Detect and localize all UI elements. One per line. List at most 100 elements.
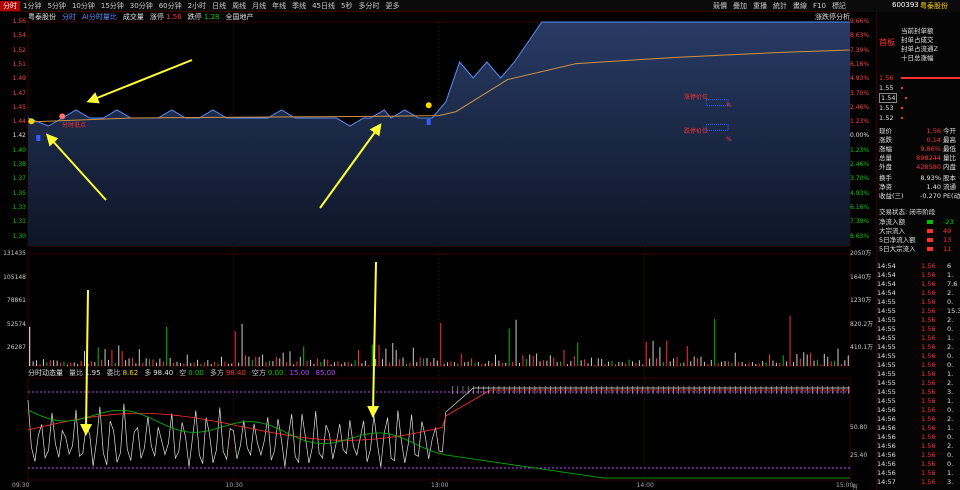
trade-price: 1.56 — [921, 415, 936, 423]
axis-label: 410.1万 — [850, 344, 874, 351]
trade-price: 1.56 — [921, 325, 936, 333]
indicator-item-value: 1.95 — [85, 369, 101, 377]
trade-price: 1.56 — [921, 316, 936, 324]
quote-label-2: 最高 — [943, 136, 956, 144]
axis-label: 1.23% — [850, 146, 870, 154]
indicator-item: 空方 0.00 — [252, 368, 284, 378]
trade-row: 14:55 1.56 0. — [877, 352, 960, 360]
quote-row: 换手 8.93% 股本 — [879, 174, 960, 183]
flow-label: 5日大宗流入 — [879, 245, 916, 253]
trade-volume: 2. — [947, 289, 954, 297]
trade-time: 14:55 — [877, 298, 896, 306]
limit-up-box: 涨停价位 % — [684, 92, 734, 112]
trade-row: 14:55 1.56 3. — [877, 388, 960, 396]
flow-label: 大宗流入 — [879, 227, 905, 235]
trade-time: 14:54 — [877, 289, 896, 297]
trade-row: 14:55 1.56 15.3 — [877, 307, 960, 315]
trade-row: 14:55 1.56 2. — [877, 379, 960, 387]
trade-time: 14:57 — [877, 478, 896, 486]
quote-label: 涨跌 — [879, 136, 892, 144]
intraday-chart — [27, 21, 851, 481]
indicator-item-label: 量比 — [69, 369, 83, 377]
trade-row: 14:55 1.56 1. — [877, 370, 960, 378]
axis-label: 1.44 — [12, 118, 26, 126]
quote-value: 1.40 — [926, 183, 941, 191]
quote-value: 898244 — [916, 154, 941, 162]
trade-volume: 0. — [947, 352, 954, 360]
trade-row: 14:55 1.56 2. — [877, 316, 960, 324]
order-book-price: 1.56 — [879, 74, 894, 82]
trade-row: 14:55 1.56 0. — [877, 361, 960, 369]
quote-label: 涨幅 — [879, 145, 892, 153]
trade-row: 14:55 1.56 1. — [877, 397, 960, 405]
indicator-item-value: 0.00 — [188, 369, 204, 377]
buy-signal-marker — [36, 135, 41, 141]
trade-price: 1.56 — [921, 343, 936, 351]
axis-label: 1.40 — [12, 146, 26, 154]
order-book-bar — [901, 77, 960, 79]
limit-down-box-title: 跌停价位 — [684, 128, 709, 135]
trade-time: 14:55 — [877, 325, 896, 333]
axis-label: 1.35 — [12, 189, 26, 197]
axis-label: 2.46% — [850, 103, 870, 111]
trade-row: 14:57 1.56 3. — [877, 478, 960, 486]
quote-label: 总量 — [879, 154, 892, 162]
axis-label: 1.45 — [12, 103, 26, 111]
axis-label: 7.39% — [850, 46, 870, 54]
trade-price: 1.56 — [921, 433, 936, 441]
trade-volume: 7.6 — [947, 280, 958, 288]
trade-volume: 2. — [947, 442, 954, 450]
flow-label: 净流入额 — [879, 218, 905, 226]
order-book-row: 1.56 — [879, 74, 960, 83]
trade-volume: 1. — [947, 397, 954, 405]
limit-up-box-title: 涨停价位 — [684, 94, 709, 101]
indicator-item: 15.00 — [289, 368, 309, 378]
indicator-item-value: 15.00 — [289, 369, 310, 377]
trade-time: 14:56 — [877, 406, 896, 414]
order-book-row: 1.55 — [879, 84, 960, 93]
trade-volume: 0. — [947, 298, 954, 306]
axis-label: 50.80 — [850, 424, 868, 431]
low-point-label: 分时低点 — [62, 122, 87, 129]
trade-time: 14:55 — [877, 397, 896, 405]
trade-price: 1.56 — [921, 352, 936, 360]
trade-price: 1.56 — [921, 271, 936, 279]
axis-label: 6.16% — [850, 60, 870, 68]
trade-time: 14:55 — [877, 307, 896, 315]
axis-label: 1.52 — [12, 46, 26, 54]
panel-stat-label: 十日总涨幅 — [901, 54, 934, 62]
indicator-item-label: 空 — [179, 369, 187, 377]
quote-value: 9.86% — [920, 145, 941, 153]
trade-volume: 1. — [947, 469, 954, 477]
annotation-arrow — [367, 261, 380, 418]
smiley-marker-icon — [28, 118, 35, 125]
flow-row: 大宗流入 49 — [879, 227, 960, 236]
order-book-price: 1.54 — [879, 93, 898, 103]
trade-row: 14:54 1.56 1. — [877, 271, 960, 279]
flow-row: 净流入额 -23 — [879, 218, 960, 227]
axis-label: 8.63% — [850, 232, 870, 240]
quote-row: 外盘 428580 内盘 — [879, 163, 960, 172]
indicator-item-label: 空方 — [251, 369, 266, 377]
quote-value: 428580 — [916, 163, 941, 171]
trade-time: 14:56 — [877, 460, 896, 468]
time-label: 14:00 — [636, 482, 654, 489]
trade-price: 1.56 — [921, 442, 936, 450]
axis-label: 25.40 — [850, 452, 868, 459]
buy-signal-marker — [426, 119, 431, 125]
flow-bar — [927, 220, 933, 224]
quote-label-2: 最低 — [943, 145, 956, 153]
trade-row: 14:55 1.56 1. — [877, 334, 960, 342]
trade-row: 14:54 1.56 7.6 — [877, 280, 960, 288]
indicator-title[interactable]: 分时动态量 — [28, 368, 63, 378]
quote-value: 0.14 — [926, 136, 941, 144]
trade-status: 交易状态: 闭市阶段 — [879, 208, 936, 216]
trade-price: 1.56 — [921, 388, 936, 396]
trade-time: 14:55 — [877, 316, 896, 324]
trade-time: 14:55 — [877, 343, 896, 351]
order-book-row: 1.52 — [879, 114, 960, 123]
trade-row: 14:56 1.56 1. — [877, 424, 960, 432]
trade-price: 1.56 — [921, 262, 936, 270]
flow-value: 13 — [943, 236, 952, 244]
flow-bar — [927, 229, 933, 233]
